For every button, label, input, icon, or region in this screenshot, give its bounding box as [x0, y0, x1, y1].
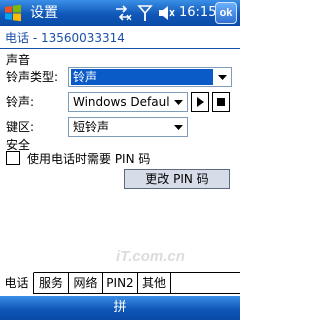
require-pin-label[interactable]: 使用电话时需要 PIN 码 [27, 151, 150, 167]
title-bar: 设置 16:15 ok [0, 0, 240, 26]
ok-button[interactable]: ok [215, 2, 237, 24]
ring-type-label: 铃声类型: [6, 70, 59, 84]
tab-strip-filler [171, 273, 240, 294]
tab-services[interactable]: 服务 [34, 273, 69, 294]
chevron-down-icon[interactable] [171, 119, 186, 135]
play-icon [197, 97, 204, 107]
page-title: 电话 - 13560033314 [5, 31, 125, 45]
keypad-value: 短铃声 [73, 120, 110, 134]
windows-start-icon[interactable] [3, 3, 23, 23]
play-ringtone-button[interactable] [191, 92, 209, 112]
ringtone-value: Windows Default [73, 95, 169, 109]
change-pin-button[interactable]: 更改 PIN 码 [124, 169, 230, 189]
sound-section-label: 声音 [6, 53, 31, 67]
volume-icon[interactable] [157, 3, 175, 23]
stop-icon [217, 98, 225, 106]
chevron-down-icon[interactable] [171, 94, 186, 110]
signal-icon[interactable] [136, 3, 154, 23]
ring-type-dropdown[interactable]: 铃声 [68, 67, 232, 87]
clock[interactable]: 16:15 [179, 4, 216, 22]
chevron-down-icon[interactable] [215, 69, 230, 85]
stop-ringtone-button[interactable] [212, 92, 230, 112]
tab-pin2[interactable]: PIN2 [103, 273, 138, 294]
window-title: 设置 [30, 5, 58, 21]
menu-bar: 拼 [0, 296, 240, 320]
keypad-dropdown[interactable]: 短铃声 [68, 117, 188, 137]
input-method-button[interactable]: 拼 [110, 299, 130, 317]
keypad-label: 键区: [6, 120, 35, 134]
require-pin-checkbox[interactable] [6, 151, 20, 165]
tab-other[interactable]: 其他 [138, 273, 171, 294]
connectivity-icon[interactable] [114, 3, 132, 23]
ring-type-value: 铃声 [71, 69, 213, 85]
watermark: iT.com.cn [116, 248, 185, 265]
ringtone-dropdown[interactable]: Windows Default [68, 92, 188, 112]
ringtone-label: 铃声: [6, 95, 35, 109]
tab-strip: 电话 服务 网络 PIN2 其他 [0, 272, 240, 294]
tab-phone[interactable]: 电话 [0, 272, 34, 294]
tab-network[interactable]: 网络 [69, 273, 103, 294]
header-divider [0, 48, 240, 49]
